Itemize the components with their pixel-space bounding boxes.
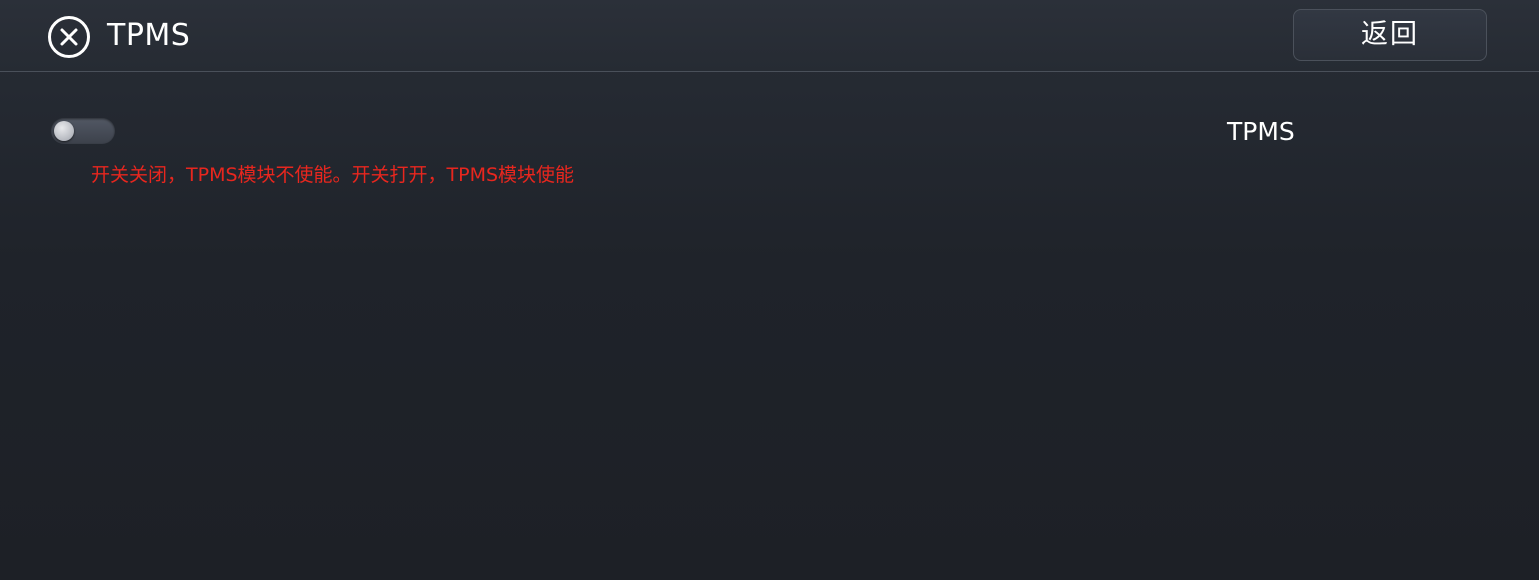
page-title: TPMS: [107, 18, 191, 53]
tpms-hint-text: 开关关闭，TPMS模块不使能。开关打开，TPMS模块使能: [91, 164, 575, 186]
toggle-knob: [54, 121, 74, 141]
close-circle-icon[interactable]: [47, 15, 91, 59]
back-button[interactable]: 返回: [1293, 9, 1487, 61]
tpms-setting-label: TPMS: [1227, 117, 1295, 146]
tpms-toggle-switch[interactable]: [51, 118, 115, 144]
header-bar: TPMS 返回: [0, 0, 1539, 72]
